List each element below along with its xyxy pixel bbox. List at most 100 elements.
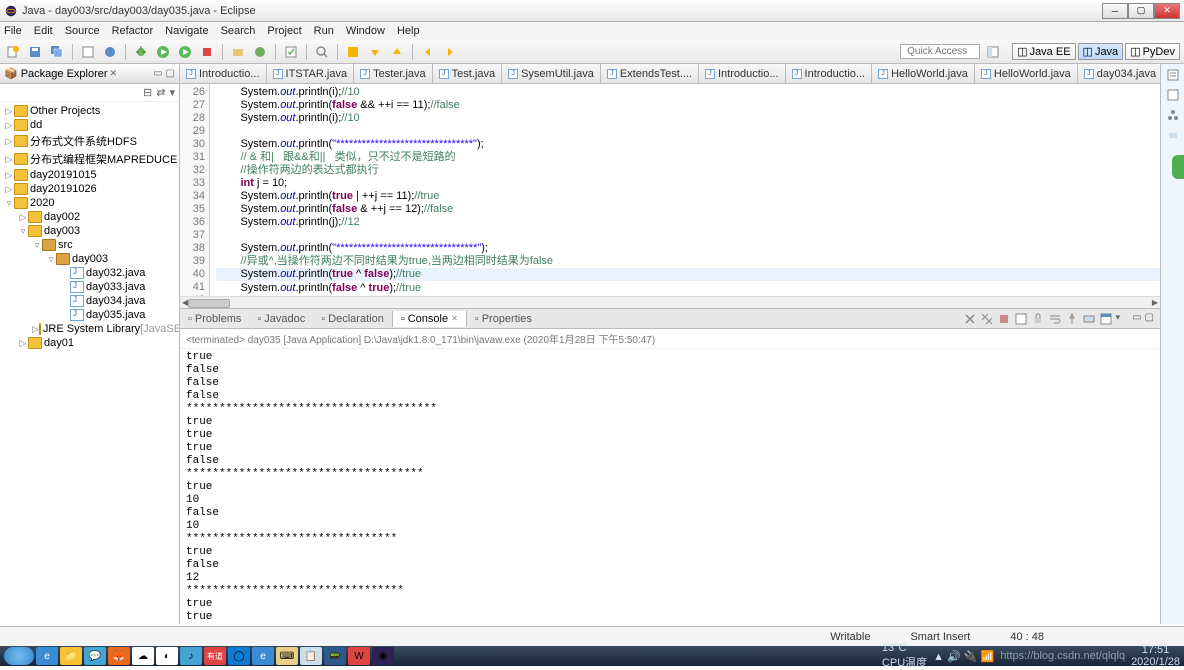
taskbar-baidu-icon[interactable]: ☁ — [132, 647, 154, 665]
new-class-button[interactable] — [251, 43, 269, 61]
bottom-tab-console[interactable]: ▫Console✕ — [392, 311, 467, 327]
taskbar-ie-icon[interactable]: e — [36, 647, 58, 665]
open-console-icon[interactable] — [1099, 312, 1113, 326]
tree-item[interactable]: ▷day01 — [0, 336, 179, 350]
forward-button[interactable] — [441, 43, 459, 61]
perspective-javaee[interactable]: ◫Java EE — [1012, 43, 1075, 60]
taskbar-eclipse-icon[interactable]: ◉ — [372, 647, 394, 665]
maximize-button[interactable]: ▢ — [1128, 3, 1154, 19]
editor-tab[interactable]: JExtendsTest.... — [601, 64, 699, 83]
open-task-button[interactable] — [282, 43, 300, 61]
tree-item[interactable]: ▿day003 — [0, 224, 179, 238]
tree-item[interactable]: ▷day002 — [0, 210, 179, 224]
console-output[interactable]: true false false false *****************… — [180, 349, 1160, 624]
toggle-mark-button[interactable] — [344, 43, 362, 61]
tree-item[interactable]: ▿src — [0, 238, 179, 252]
taskbar-ie2-icon[interactable]: e — [252, 647, 274, 665]
start-button[interactable] — [4, 647, 34, 665]
editor-tab[interactable]: JTest.java — [433, 64, 502, 83]
tree-item[interactable]: ▷Other Projects — [0, 104, 179, 118]
back-button[interactable] — [419, 43, 437, 61]
pin-console-icon[interactable] — [1065, 312, 1079, 326]
collapse-all-icon[interactable]: ⊟ — [143, 86, 152, 99]
tree-item[interactable]: ▿2020 — [0, 196, 179, 210]
tree-item[interactable]: day032.java — [0, 266, 179, 280]
tree-item[interactable]: ▷JRE System Library [JavaSE-1.8] — [0, 322, 179, 336]
menu-file[interactable]: File — [4, 25, 22, 37]
tree-item[interactable]: day033.java — [0, 280, 179, 294]
editor-tab[interactable]: JIntroductio... — [180, 64, 267, 83]
tree-item[interactable]: ▷day20191026 — [0, 182, 179, 196]
save-all-button[interactable] — [48, 43, 66, 61]
menu-refactor[interactable]: Refactor — [112, 25, 154, 37]
menu-window[interactable]: Window — [346, 25, 385, 37]
taskbar-music-icon[interactable]: ♪ — [180, 647, 202, 665]
taskbar-firefox-icon[interactable]: 🦊 — [108, 647, 130, 665]
minimize-button[interactable]: ─ — [1102, 3, 1128, 19]
side-panel-handle[interactable] — [1172, 155, 1184, 179]
bottom-tab-javadoc[interactable]: ▫Javadoc — [249, 311, 313, 327]
open-type-button[interactable] — [79, 43, 97, 61]
debug-button[interactable] — [132, 43, 150, 61]
editor-horizontal-scrollbar[interactable]: ◀▶ — [180, 296, 1160, 308]
perspective-pydev[interactable]: ◫PyDev — [1125, 43, 1180, 60]
close-icon[interactable]: ✕ — [110, 68, 118, 79]
menu-navigate[interactable]: Navigate — [165, 25, 208, 37]
close-icon[interactable]: ✕ — [451, 314, 458, 323]
run-button[interactable] — [154, 43, 172, 61]
tree-item[interactable]: ▷dd — [0, 118, 179, 132]
editor-tab[interactable]: Jday034.java — [1078, 64, 1160, 83]
menu-edit[interactable]: Edit — [34, 25, 53, 37]
tree-item[interactable]: ▷day20191015 — [0, 168, 179, 182]
editor-tab[interactable]: JIntroductio... — [786, 64, 873, 83]
tree-item[interactable]: ▷分布式文件系统HDFS — [0, 132, 179, 150]
scroll-lock-icon[interactable] — [1031, 312, 1045, 326]
taskbar-youdao-icon[interactable]: 有道 — [204, 647, 226, 665]
bottom-tab-problems[interactable]: ▫Problems — [180, 311, 249, 327]
terminate-icon[interactable] — [997, 312, 1011, 326]
tray-icons[interactable]: ▲ 🔊 🔌 📶 — [933, 650, 994, 663]
view-menu-icon[interactable]: ▾ — [169, 86, 175, 99]
taskbar-explorer-icon[interactable]: 📁 — [60, 647, 82, 665]
type-hierarchy-icon[interactable] — [1166, 108, 1180, 122]
task-list-icon[interactable] — [1166, 88, 1180, 102]
minimize-view-icon[interactable]: ▭ — [153, 68, 162, 79]
menu-source[interactable]: Source — [65, 25, 100, 37]
tree-item[interactable]: day035.java — [0, 308, 179, 322]
open-perspective-button[interactable] — [984, 43, 1002, 61]
save-button[interactable] — [26, 43, 44, 61]
minimized-icon[interactable] — [1166, 128, 1180, 142]
taskbar-vmware-icon[interactable]: 📟 — [324, 647, 346, 665]
minimize-view-icon[interactable]: ▭ — [1132, 312, 1141, 326]
taskbar-app-icon[interactable]: 💬 — [84, 647, 106, 665]
perspective-java[interactable]: ◫Java — [1078, 43, 1124, 60]
menu-search[interactable]: Search — [221, 25, 256, 37]
menu-run[interactable]: Run — [314, 25, 334, 37]
next-annotation-button[interactable] — [366, 43, 384, 61]
editor-tab[interactable]: JHelloWorld.java — [975, 64, 1078, 83]
new-button[interactable] — [4, 43, 22, 61]
taskbar-chrome-icon[interactable]: ◐ — [156, 647, 178, 665]
clear-console-icon[interactable] — [1014, 312, 1028, 326]
run-last-button[interactable] — [176, 43, 194, 61]
tree-item[interactable]: ▿day003 — [0, 252, 179, 266]
code-editor[interactable]: System.out.println(i);//10 System.out.pr… — [210, 84, 1160, 296]
remove-terminated-icon[interactable] — [963, 312, 977, 326]
tray-clock[interactable]: 17:512020/1/28 — [1131, 644, 1180, 668]
wordwrap-icon[interactable] — [1048, 312, 1062, 326]
bottom-tab-properties[interactable]: ▫Properties — [467, 311, 540, 327]
skip-button[interactable] — [101, 43, 119, 61]
display-selected-icon[interactable] — [1082, 312, 1096, 326]
search-button[interactable] — [313, 43, 331, 61]
editor-tab[interactable]: JIntroductio... — [699, 64, 786, 83]
editor-tab[interactable]: JHelloWorld.java — [872, 64, 975, 83]
editor-tab[interactable]: JTester.java — [354, 64, 433, 83]
external-tools-button[interactable] — [198, 43, 216, 61]
editor-tab[interactable]: JITSTAR.java — [267, 64, 355, 83]
bottom-tab-declaration[interactable]: ▫Declaration — [313, 311, 392, 327]
close-button[interactable]: ✕ — [1154, 3, 1180, 19]
prev-annotation-button[interactable] — [388, 43, 406, 61]
link-editor-icon[interactable]: ⇄ — [156, 86, 165, 99]
taskbar-wps-icon[interactable]: W — [348, 647, 370, 665]
tree-item[interactable]: day034.java — [0, 294, 179, 308]
